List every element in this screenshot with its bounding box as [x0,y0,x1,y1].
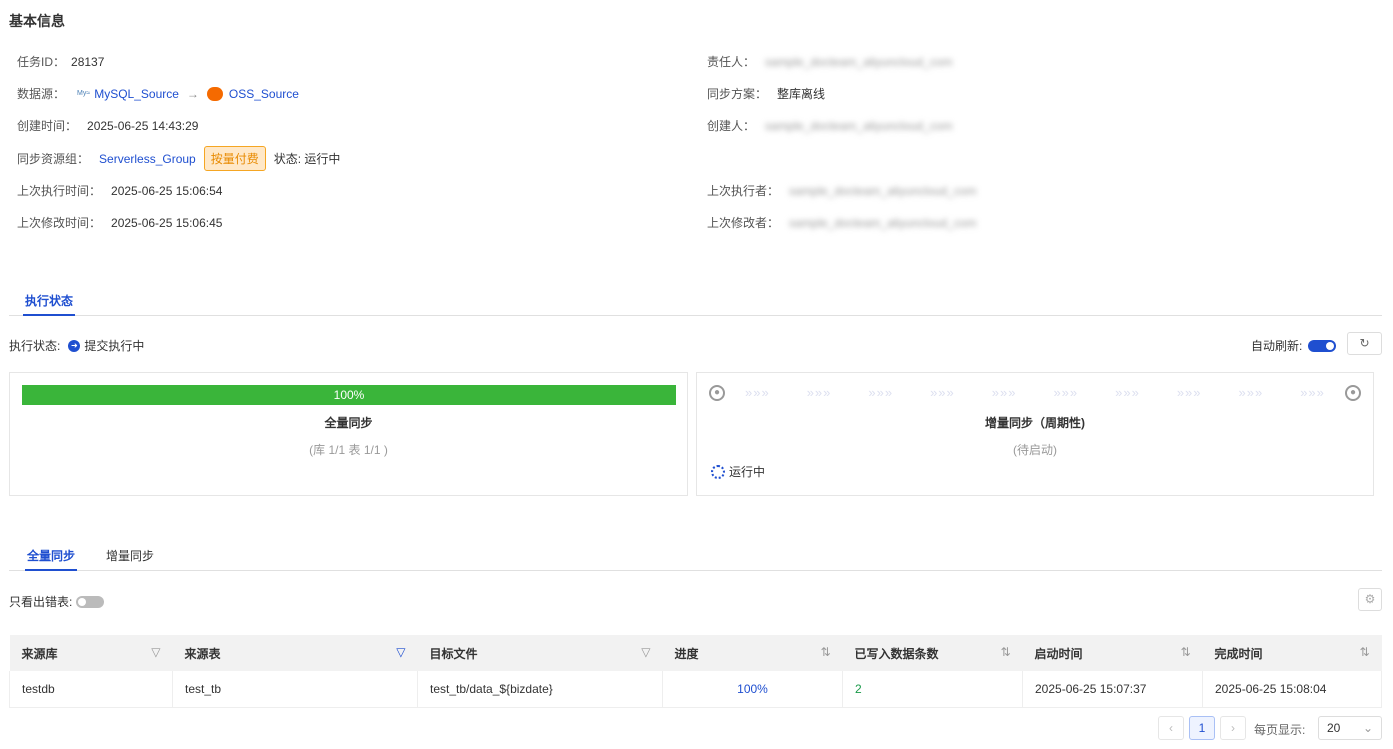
tab-incr-sync[interactable]: 增量同步 [104,547,156,571]
sort-icon[interactable]: ⇅ [1359,645,1369,659]
resource-group-label: 同步资源组： [17,152,90,166]
creator-value: sample_docteam_aliyuncloud_com [765,118,953,133]
prev-page-button[interactable]: ‹ [1158,716,1184,740]
cell-written-rows: 2 [842,671,1023,708]
col-progress[interactable]: 进度 ⇅ [662,635,843,671]
chevron-down-icon: ⌄ [1362,721,1373,735]
refresh-icon: ↻ [1359,336,1370,350]
creator-label: 创建人： [707,119,756,133]
sort-icon[interactable]: ⇅ [820,645,830,659]
last-runner-value: sample_docteam_aliyuncloud_com [789,183,977,198]
col-finish-time[interactable]: 完成时间 ⇅ [1202,635,1382,671]
cell-progress: 100% [662,671,843,708]
owner-value: sample_docteam_aliyuncloud_com [765,54,953,69]
filter-icon[interactable]: ▽ [396,645,405,659]
last-modified-value: 2025-06-25 15:06:45 [111,215,223,230]
section-title: 基本信息 [9,13,65,29]
resource-group-link[interactable]: Serverless_Group [99,152,196,166]
col-source-db[interactable]: 来源库 ▽ [9,635,173,671]
filter-icon[interactable]: ▽ [641,645,650,659]
created-label: 创建时间： [17,119,78,133]
page-size-select[interactable]: 20 ⌄ [1318,716,1382,740]
filter-icon[interactable]: ▽ [151,645,160,659]
exec-tabs: 执行状态 [9,292,1382,316]
exec-status: 提交执行中 [84,339,145,353]
detail-tabs: 全量同步 增量同步 [9,547,1382,571]
auto-refresh-label: 自动刷新: [1251,339,1303,353]
last-modified-label: 上次修改时间： [17,216,102,230]
sync-table: 来源库 ▽ 来源表 ▽ 目标文件 ▽ 进度 ⇅ 已写入数据条数 ⇅ 启动时间 ⇅ 完成时间 ⇅… [9,635,1382,708]
status-text: 状态: 运行中 [273,152,341,166]
page-1-button[interactable]: 1 [1189,716,1215,740]
column-settings-button[interactable]: ⚙ [1358,588,1382,611]
submit-icon: ➜ [68,339,81,352]
error-only-toggle[interactable] [76,595,105,608]
next-page-button[interactable]: › [1220,716,1246,740]
cell-start-time: 2025-06-25 15:07:37 [1022,671,1203,708]
cell-source-table: test_tb [172,671,418,708]
plan-label: 同步方案： [707,87,768,101]
tab-full-sync[interactable]: 全量同步 [25,547,78,571]
incr-sync-card: ● »»»»»»»»»»»»»»»»»»»»»»»»»»»»»» ● 增量同步（… [696,372,1374,496]
refresh-button[interactable]: ↻ [1347,332,1382,355]
owner-label: 责任人： [707,55,756,69]
cell-finish-time: 2025-06-25 15:08:04 [1202,671,1382,708]
datasource-label: 数据源： [17,87,66,101]
task-id-label: 任务ID： [17,55,66,69]
cell-source-db: testdb [9,671,173,708]
exec-status-label: 执行状态: [9,339,61,353]
end-node-icon: ● [1345,385,1361,401]
cell-target-file: test_tb/data_${bizdate} [417,671,663,708]
start-node-icon: ● [709,385,725,401]
table-row: testdb test_tb test_tb/data_${bizdate} 1… [9,671,1382,708]
incr-running: 运行中 [729,465,766,479]
created-value: 2025-06-25 14:43:29 [87,118,199,133]
gear-icon: ⚙ [1364,592,1376,606]
source-link[interactable]: MySQL_Source [94,87,179,101]
last-modifier-label: 上次修改者： [707,216,780,230]
last-runner-label: 上次执行者： [707,184,780,198]
auto-refresh-toggle[interactable] [1308,339,1337,352]
full-sync-title: 全量同步 [324,416,373,430]
oss-icon [206,86,223,101]
last-modifier-value: sample_docteam_aliyuncloud_com [789,215,977,230]
incr-sync-title: 增量同步（周期性) [985,416,1085,430]
col-written-rows[interactable]: 已写入数据条数 ⇅ [842,635,1023,671]
col-target-file[interactable]: 目标文件 ▽ [417,635,663,671]
full-sync-card: 100% 全量同步 (库 1/1 表 1/1 ) [9,372,688,496]
target-link[interactable]: OSS_Source [229,87,299,101]
billing-tag: 按量付费 [203,146,266,171]
progress-text: 100% [333,388,365,402]
tab-exec-status[interactable]: 执行状态 [23,292,76,316]
sort-icon[interactable]: ⇅ [1000,645,1010,659]
last-run-label: 上次执行时间： [17,184,102,198]
full-sync-progress-bar: 100% [22,385,676,405]
flow-arrows-icon: »»»»»»»»»»»»»»»»»»»»»»»»»»»»»» [745,385,1325,400]
sort-icon[interactable]: ⇅ [1180,645,1190,659]
page-size-label: 每页显示: [1254,723,1306,737]
arrow-right-icon: → [186,86,199,101]
plan-value: 整库离线 [777,87,826,101]
col-source-table[interactable]: 来源表 ▽ [172,635,418,671]
loading-icon [711,464,725,479]
task-id: 28137 [71,54,105,69]
mysql-icon: My≈ [77,90,91,97]
incr-sync-detail: (待启动) [1013,443,1057,457]
col-start-time[interactable]: 启动时间 ⇅ [1022,635,1203,671]
last-run-value: 2025-06-25 15:06:54 [111,183,223,198]
error-only-label: 只看出错表: [9,595,73,609]
full-sync-detail: (库 1/1 表 1/1 ) [309,443,388,457]
